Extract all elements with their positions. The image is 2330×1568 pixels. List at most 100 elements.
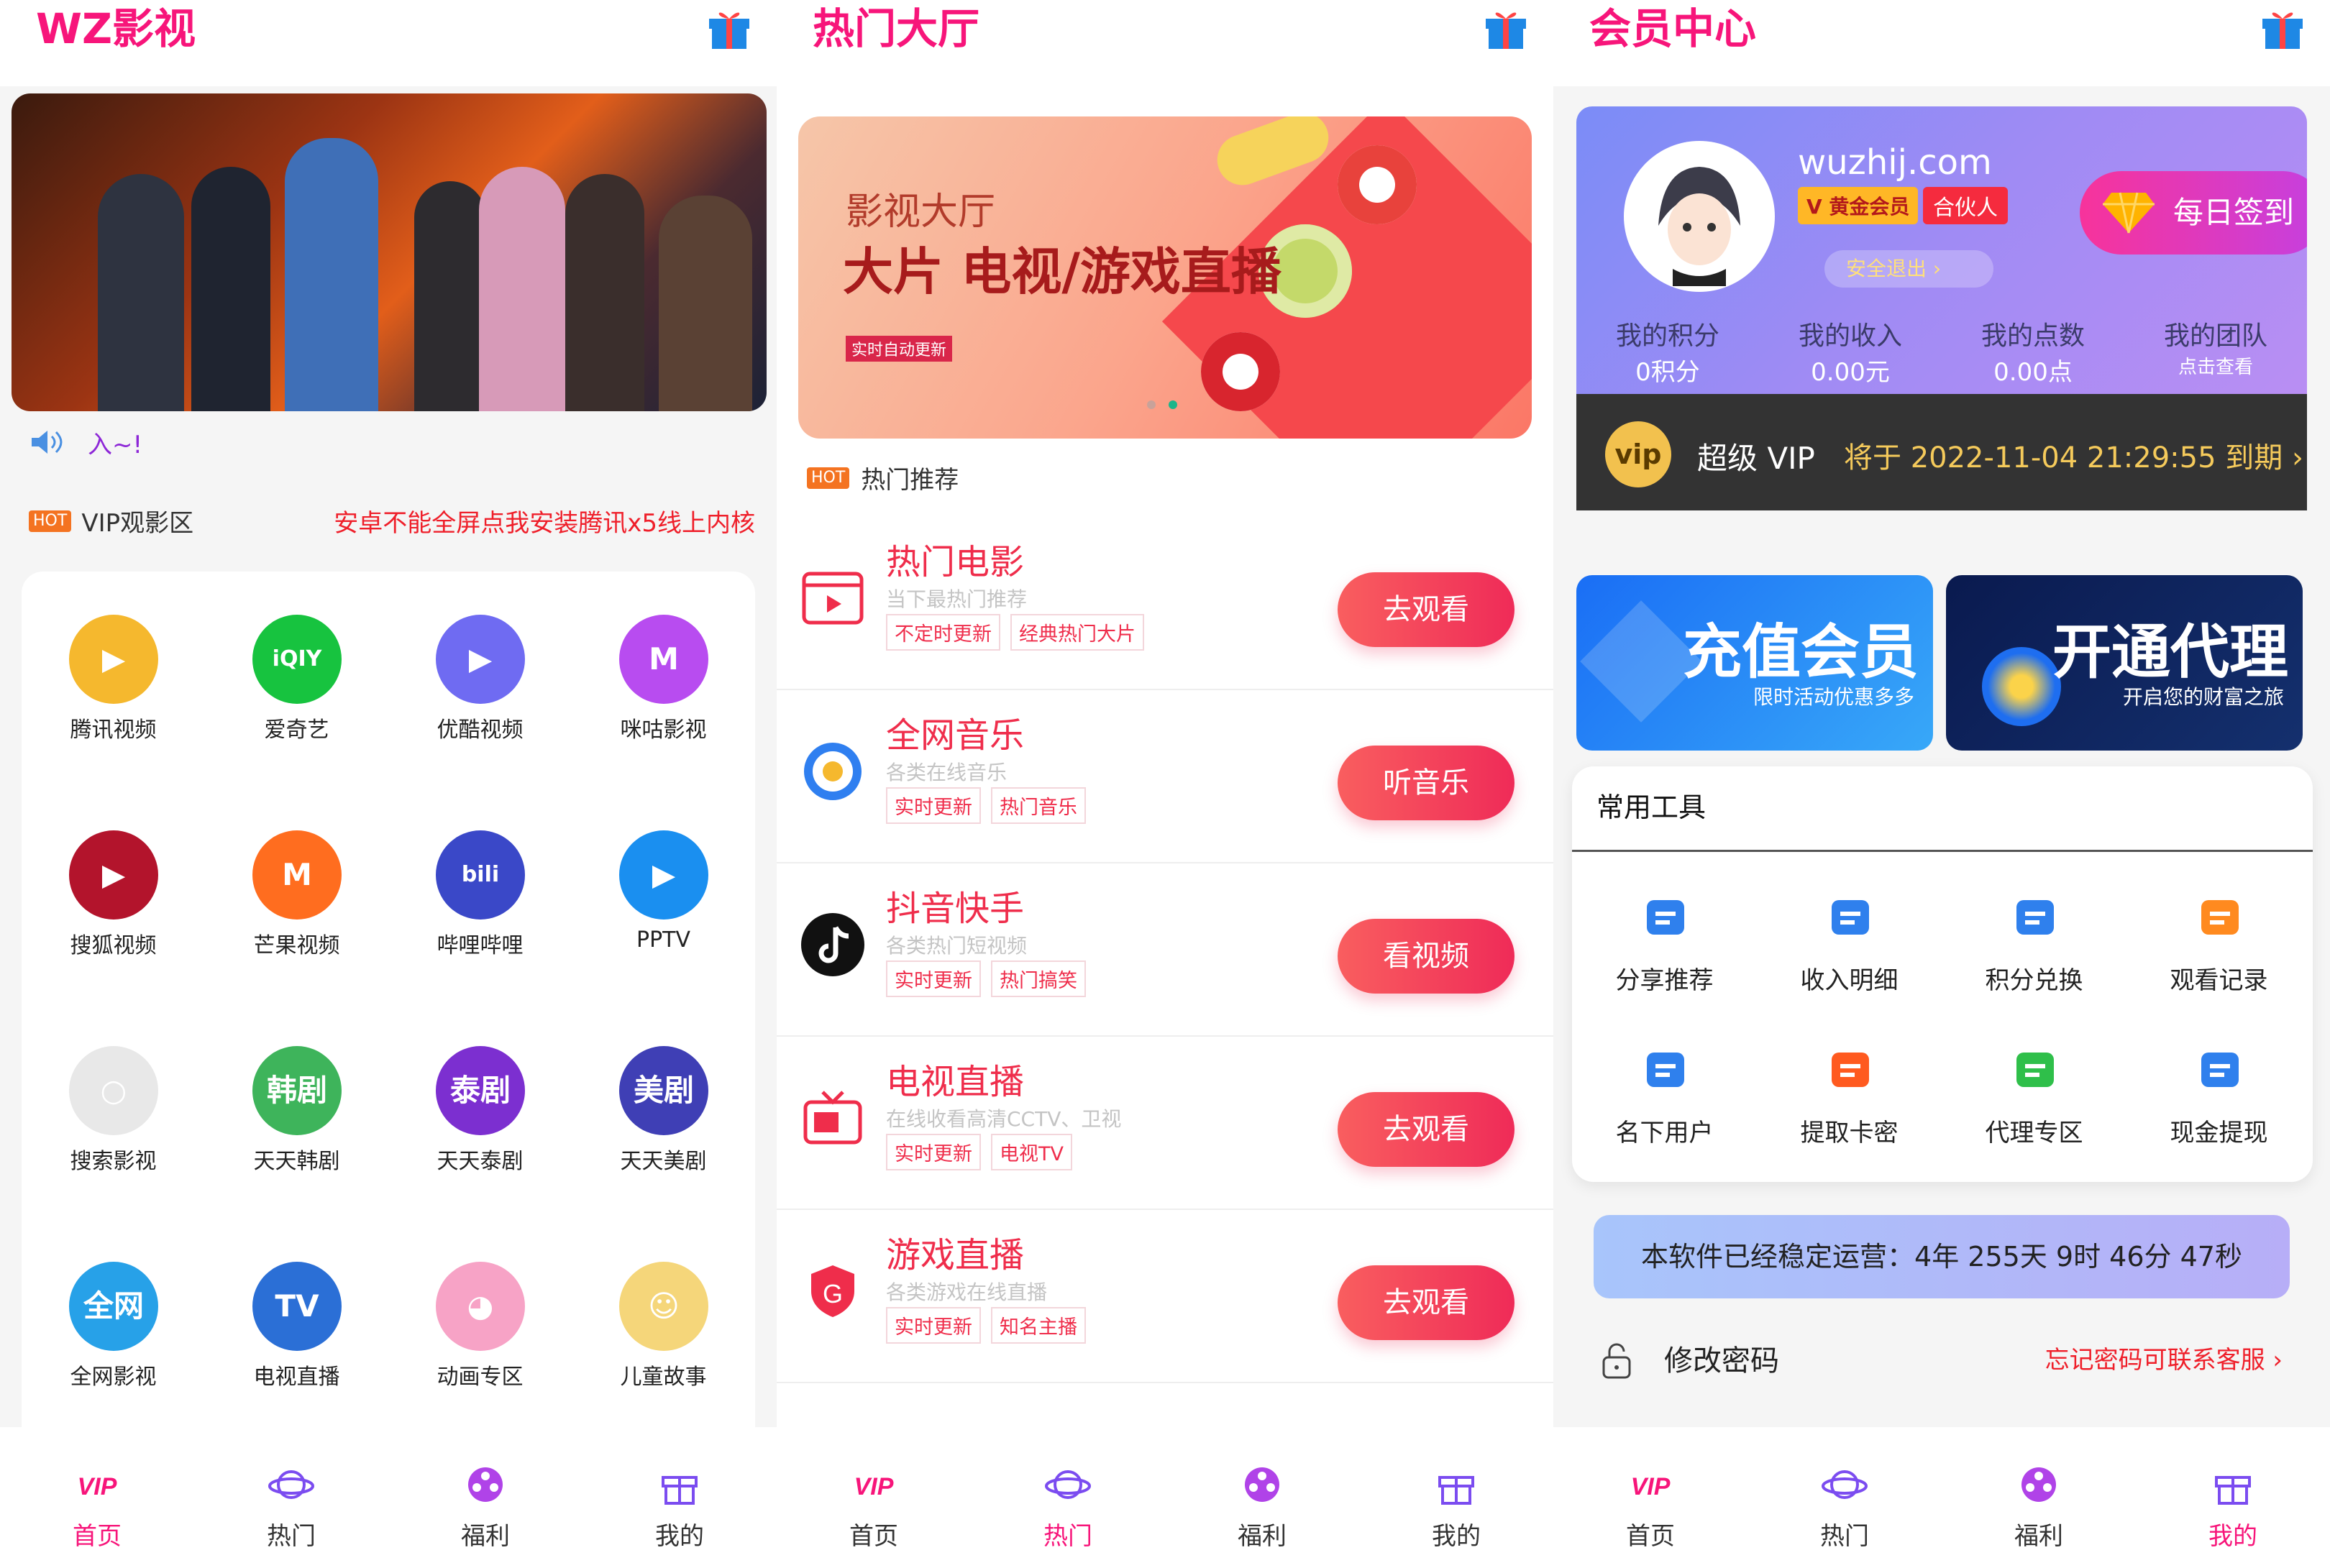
stat-item[interactable]: 我的积分 0积分 [1576,315,1759,388]
avatar[interactable] [1624,141,1775,292]
action-button[interactable]: 去观看 [1338,1092,1514,1167]
tool-item[interactable]: 提取卡密 [1757,1038,1942,1182]
tiktok-icon [801,913,864,976]
vip-section-header: HOT VIP观影区 安卓不能全屏点我安装腾讯x5线上内核 [29,503,755,539]
planet-icon [1822,1470,1868,1499]
tool-name: 名下用户 [1615,1119,1714,1147]
app-tile[interactable]: ▶ PPTV [572,787,755,1003]
carousel-dot-active[interactable] [1169,400,1177,409]
forgot-password-link[interactable]: 忘记密码可联系客服 › [2045,1340,2283,1375]
item-desc: 当下最热门推荐 [886,587,1028,611]
app-tile[interactable]: 韩剧 天天韩剧 [205,1003,388,1219]
app-name: 天天泰剧 [437,1149,524,1174]
tab-home[interactable]: VIP 首页 [0,1427,194,1568]
tab-welfare[interactable]: 福利 [1165,1427,1359,1568]
app-tile[interactable]: iQIY 爱奇艺 [205,572,388,787]
app-tile[interactable]: 全网 全网影视 [22,1219,205,1434]
top-bar: WZ影视 [0,0,777,86]
app-tile[interactable]: ○ 搜索影视 [22,1003,205,1219]
app-tile[interactable]: 泰剧 天天泰剧 [388,1003,572,1219]
hot-item-row[interactable]: 全网音乐 各类在线音乐 实时更新 热门音乐 听音乐 [777,685,1553,863]
share-icon [1647,900,1684,935]
action-button[interactable]: 去观看 [1338,1265,1514,1340]
home-icon [2016,1053,2054,1087]
carousel-dot[interactable] [1147,400,1156,409]
hot-item-row[interactable]: 电视直播 在线收看高清CCTV、卫视 实时更新 电视TV 去观看 [777,1032,1553,1210]
action-button[interactable]: 看视频 [1338,919,1514,994]
app-name: 儿童故事 [620,1365,707,1390]
app-tile[interactable]: ☺ 儿童故事 [572,1219,755,1434]
svg-text:VIP: VIP [78,1473,117,1500]
item-tags: 不定时更新 经典热门大片 [886,614,1144,651]
action-button[interactable]: 听音乐 [1338,746,1514,820]
vip-bar[interactable]: vip 超级 VIP 将于 2022-11-04 21:29:55 到期 › [1576,394,2307,510]
recharge-promo[interactable]: 充值会员 限时活动优惠多多 [1576,575,1933,751]
notice-bar: 入~! [29,424,142,460]
tab-welfare[interactable]: 福利 [388,1427,582,1568]
hot-item-row[interactable]: 抖音快手 各类热门短视频 实时更新 热门搞笑 看视频 [777,858,1553,1037]
banner-tag: 实时自动更新 [846,336,953,362]
app-tile[interactable]: ▶ 腾讯视频 [22,572,205,787]
hall-banner[interactable]: 影视大厅 大片 电视/游戏直播 实时自动更新 [798,116,1532,439]
hot-item-row[interactable]: G 游戏直播 各类游戏在线直播 实时更新 知名主播 去观看 [777,1205,1553,1383]
vip-name: 超级 VIP [1697,441,1815,476]
tab-label: 首页 [73,1522,122,1551]
movie-banner[interactable] [12,93,767,411]
tool-item[interactable]: 观看记录 [2126,886,2311,1030]
gift-icon [1438,1476,1474,1505]
tab-label: 我的 [655,1522,704,1551]
tool-item[interactable]: 名下用户 [1572,1038,1757,1182]
tool-item[interactable]: 分享推荐 [1572,886,1757,1030]
tab-hot[interactable]: 热门 [194,1427,388,1568]
gift-icon [662,1476,698,1505]
carousel-dots[interactable] [1147,398,1190,412]
gift-icon[interactable] [2257,1,2308,53]
tab-mine[interactable]: 我的 [1359,1427,1553,1568]
logout-button[interactable]: 安全退出 › [1824,250,1993,288]
tab-welfare[interactable]: 福利 [1942,1427,2136,1568]
item-desc: 在线收看高清CCTV、卫视 [886,1107,1122,1131]
vip-icon: VIP [1631,1473,1671,1500]
stat-label: 我的点数 [1980,321,2085,351]
x5-install-link[interactable]: 安卓不能全屏点我安装腾讯x5线上内核 [334,503,755,538]
stat-value: 点击查看 [2178,357,2253,378]
partner-badge: 合伙人 [1923,187,2008,224]
promo-title: 充值会员 [1682,618,1919,687]
item-title: 游戏直播 [886,1235,1025,1275]
banner-title: 大片 电视/游戏直播 [843,242,1282,301]
hot-item-row[interactable]: 热门电影 当下最热门推荐 不定时更新 经典热门大片 去观看 [777,512,1553,690]
app-tile[interactable]: TV 电视直播 [205,1219,388,1434]
gift-icon [2215,1476,2251,1505]
tab-hot[interactable]: 热门 [971,1427,1165,1568]
app-tile[interactable]: ▶ 优酷视频 [388,572,572,787]
app-tile[interactable]: M 芒果视频 [205,787,388,1003]
stat-item[interactable]: 我的团队 点击查看 [2124,315,2307,388]
tool-item[interactable]: 现金提现 [2126,1038,2311,1182]
agent-promo[interactable]: 开通代理 开启您的财富之旅 [1946,575,2303,751]
stat-item[interactable]: 我的点数 0.00点 [1942,315,2124,388]
tab-label: 热门 [1043,1522,1092,1551]
gift-icon[interactable] [703,1,755,53]
tool-item[interactable]: 收入明细 [1757,886,1942,1030]
tag: 知名主播 [991,1307,1086,1344]
item-tags: 实时更新 热门搞笑 [886,960,1086,997]
app-tile[interactable]: M 咪咕影视 [572,572,755,787]
tab-hot[interactable]: 热门 [1748,1427,1942,1568]
bottom-tab-bar: VIP 首页 热门 福利 我的 [1553,1427,2330,1568]
tab-home[interactable]: VIP 首页 [777,1427,971,1568]
app-tile[interactable]: 美剧 天天美剧 [572,1003,755,1219]
gift-icon[interactable] [1480,1,1532,53]
app-tile[interactable]: ▶ 搜狐视频 [22,787,205,1003]
tool-item[interactable]: 代理专区 [1942,1038,2126,1182]
app-tile[interactable]: bili 哔哩哔哩 [388,787,572,1003]
tab-home[interactable]: VIP 首页 [1553,1427,1748,1568]
stat-item[interactable]: 我的收入 0.00元 [1759,315,1942,388]
tab-mine[interactable]: 我的 [2136,1427,2330,1568]
banner-subtitle: 影视大厅 [846,191,996,234]
app-tile[interactable]: ◕ 动画专区 [388,1219,572,1434]
tool-item[interactable]: 积分兑换 [1942,886,2126,1030]
action-button[interactable]: 去观看 [1338,572,1514,647]
daily-signin-button[interactable]: 每日签到 [2080,171,2307,255]
change-password-row[interactable]: 修改密码 忘记密码可联系客服 › [1592,1337,2311,1380]
tab-mine[interactable]: 我的 [582,1427,777,1568]
